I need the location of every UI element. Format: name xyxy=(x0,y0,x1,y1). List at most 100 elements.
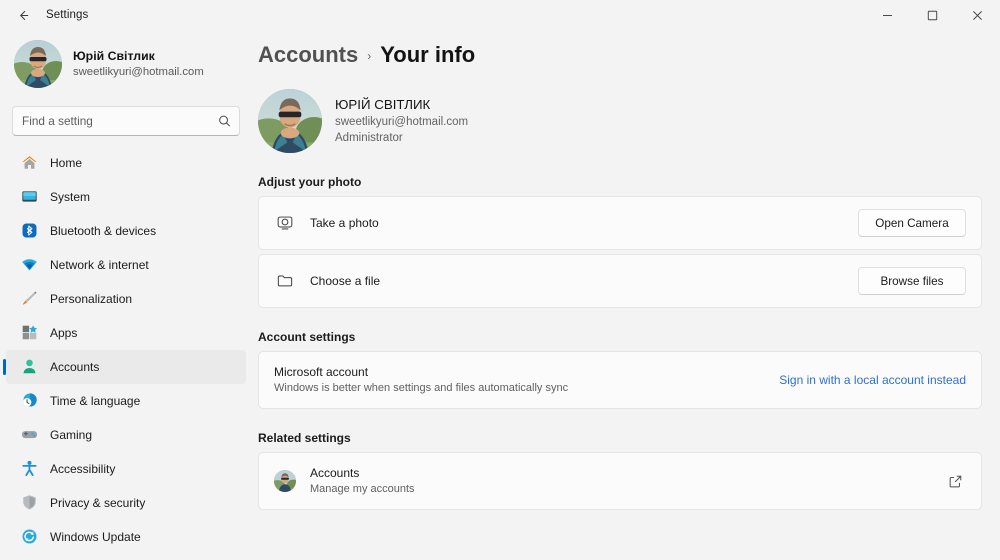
row-title: Choose a file xyxy=(310,274,381,288)
row-subtitle: Windows is better when settings and file… xyxy=(274,382,569,394)
sign-in-local-account-link[interactable]: Sign in with a local account instead xyxy=(779,373,966,387)
breadcrumb-parent[interactable]: Accounts xyxy=(258,42,358,68)
sidebar-item-network[interactable]: Network & internet xyxy=(6,248,246,282)
choose-a-file-action: Browse files xyxy=(858,267,966,295)
accounts-icon xyxy=(20,358,38,376)
sidebar-item-accounts[interactable]: Accounts xyxy=(6,350,246,384)
time-icon xyxy=(20,392,38,410)
browse-files-button[interactable]: Browse files xyxy=(858,267,966,295)
settings-window: Settings Юрій Світлик sweetlikyuri@hotma… xyxy=(0,0,1000,560)
sidebar-item-home[interactable]: Home xyxy=(6,146,246,180)
take-a-photo-row: Take a photo Open Camera xyxy=(258,196,982,250)
external-link-icon[interactable] xyxy=(948,474,965,489)
sidebar-item-label: Network & internet xyxy=(50,257,149,272)
microsoft-account-text: Microsoft account Windows is better when… xyxy=(274,364,779,396)
sidebar-item-label: Privacy & security xyxy=(50,495,146,510)
search-icon xyxy=(218,115,231,128)
section-title-related-settings: Related settings xyxy=(258,431,351,445)
profile-name: ЮРІЙ СВІТЛИК xyxy=(335,97,431,112)
profile-text: ЮРІЙ СВІТЛИК sweetlikyuri@hotmail.com Ad… xyxy=(335,96,468,146)
close-icon xyxy=(972,10,983,21)
sidebar-item-windows-update[interactable]: Windows Update xyxy=(6,520,246,554)
choose-a-file-row: Choose a file Browse files xyxy=(258,254,982,308)
profile-header: ЮРІЙ СВІТЛИК sweetlikyuri@hotmail.com Ad… xyxy=(258,89,982,153)
sidebar-item-personalization[interactable]: Personalization xyxy=(6,282,246,316)
related-accounts-text: Accounts Manage my accounts xyxy=(310,465,948,497)
related-accounts-row[interactable]: Accounts Manage my accounts xyxy=(258,452,982,510)
window-body: Юрій Світлик sweetlikyuri@hotmail.com Fi… xyxy=(0,30,1000,560)
sidebar-item-apps[interactable]: Apps xyxy=(6,316,246,350)
sidebar-item-time-language[interactable]: Time & language xyxy=(6,384,246,418)
avatar-photo-icon xyxy=(258,89,322,153)
sidebar-account-text: Юрій Світлик sweetlikyuri@hotmail.com xyxy=(73,49,204,80)
sidebar-nav: Home System Bluetooth & devices Network … xyxy=(0,146,252,560)
profile-role: Administrator xyxy=(335,132,403,144)
related-accounts-action xyxy=(948,474,965,489)
folder-icon xyxy=(274,272,296,290)
accounts-avatar-icon xyxy=(274,470,296,492)
sidebar-item-label: Time & language xyxy=(50,393,141,408)
sidebar-item-label: Gaming xyxy=(50,427,93,442)
row-title: Microsoft account xyxy=(274,365,369,379)
maximize-icon xyxy=(927,10,938,21)
minimize-icon xyxy=(882,10,893,21)
section-title-account-settings: Account settings xyxy=(258,330,356,344)
back-button[interactable] xyxy=(6,1,40,29)
page-title: Your info xyxy=(380,42,476,67)
row-subtitle: Manage my accounts xyxy=(310,483,415,495)
sidebar-item-label: System xyxy=(50,189,91,204)
sidebar-item-privacy-security[interactable]: Privacy & security xyxy=(6,486,246,520)
sidebar-item-label: Personalization xyxy=(50,291,133,306)
apps-icon xyxy=(20,324,38,342)
camera-icon xyxy=(274,214,296,232)
personalization-icon xyxy=(20,290,38,308)
window-title: Settings xyxy=(46,9,89,21)
close-button[interactable] xyxy=(955,0,1000,30)
sidebar-item-label: Windows Update xyxy=(50,529,141,544)
sidebar-item-label: Bluetooth & devices xyxy=(50,223,157,238)
search-input[interactable] xyxy=(13,107,239,135)
open-camera-button[interactable]: Open Camera xyxy=(858,209,966,237)
search-box[interactable] xyxy=(12,106,240,136)
sidebar-item-gaming[interactable]: Gaming xyxy=(6,418,246,452)
avatar xyxy=(274,470,296,492)
accessibility-icon xyxy=(20,460,38,478)
network-icon xyxy=(20,256,38,274)
home-icon xyxy=(20,154,38,172)
sidebar-item-label: Home xyxy=(50,155,83,170)
profile-email: sweetlikyuri@hotmail.com xyxy=(335,116,469,128)
privacy-shield-icon xyxy=(20,494,38,512)
gaming-icon xyxy=(20,426,38,444)
sidebar-item-system[interactable]: System xyxy=(6,180,246,214)
search-container xyxy=(0,98,252,146)
sidebar-item-label: Accounts xyxy=(50,359,100,374)
sidebar-item-label: Accessibility xyxy=(50,461,116,476)
sidebar-item-bluetooth[interactable]: Bluetooth & devices xyxy=(6,214,246,248)
avatar-photo-icon xyxy=(14,40,62,88)
take-a-photo-text: Take a photo xyxy=(310,215,858,231)
sidebar-account-email: sweetlikyuri@hotmail.com xyxy=(73,65,204,78)
sidebar-item-label: Apps xyxy=(50,325,78,340)
breadcrumb: Accounts › Your info xyxy=(258,30,982,68)
bluetooth-icon xyxy=(20,222,38,240)
title-bar: Settings xyxy=(0,0,1000,30)
row-title: Take a photo xyxy=(310,216,379,230)
sidebar-account-block[interactable]: Юрій Світлик sweetlikyuri@hotmail.com xyxy=(0,30,252,98)
avatar xyxy=(14,40,62,88)
maximize-button[interactable] xyxy=(910,0,955,30)
choose-a-file-text: Choose a file xyxy=(310,273,858,289)
sidebar: Юрій Світлик sweetlikyuri@hotmail.com Fi… xyxy=(0,30,252,560)
back-arrow-icon xyxy=(16,8,31,23)
row-title: Accounts xyxy=(310,466,360,480)
take-a-photo-action: Open Camera xyxy=(858,209,966,237)
system-icon xyxy=(20,188,38,206)
microsoft-account-row: Microsoft account Windows is better when… xyxy=(258,351,982,409)
minimize-button[interactable] xyxy=(865,0,910,30)
microsoft-account-action: Sign in with a local account instead xyxy=(779,373,966,387)
profile-avatar xyxy=(258,89,322,153)
main-content: Accounts › Your info ЮРІЙ СВІТЛИК sweetl… xyxy=(252,30,1000,560)
sidebar-account-name: Юрій Світлик xyxy=(73,48,155,63)
breadcrumb-separator-icon: › xyxy=(367,49,372,63)
sidebar-item-accessibility[interactable]: Accessibility xyxy=(6,452,246,486)
section-title-adjust-photo: Adjust your photo xyxy=(258,175,362,189)
